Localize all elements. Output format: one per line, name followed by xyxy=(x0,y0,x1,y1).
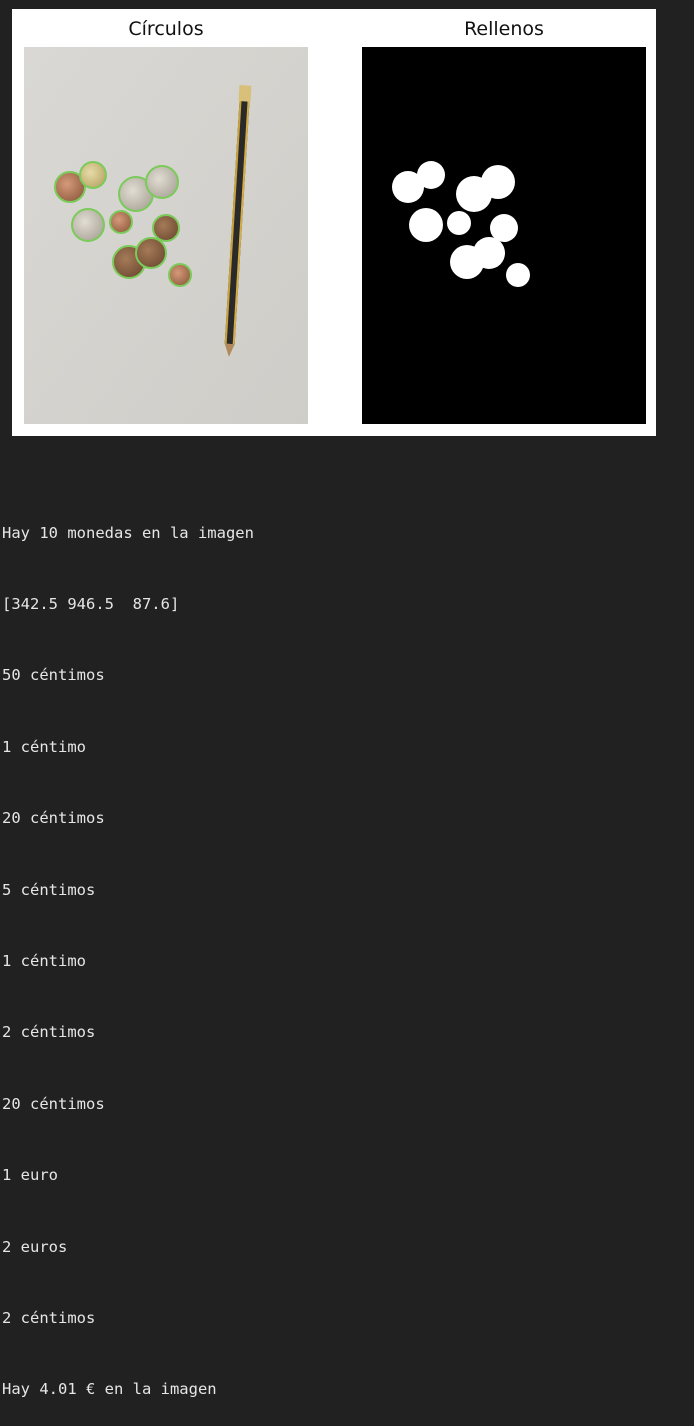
output-line: 50 céntimos xyxy=(2,666,105,685)
output-line: 2 céntimos xyxy=(2,1023,96,1042)
output-line: 2 euros xyxy=(2,1237,68,1256)
coin xyxy=(109,210,133,234)
filled-circle xyxy=(417,161,445,189)
rellenos-image xyxy=(362,47,646,424)
cell-output: Hay 10 monedas en la imagen [342.5 946.5… xyxy=(2,474,254,1426)
filled-circle xyxy=(490,214,518,242)
output-line: 1 céntimo xyxy=(2,737,86,756)
output-line: Hay 4.01 € en la imagen xyxy=(2,1380,217,1399)
output-line: 1 céntimo xyxy=(2,951,86,970)
coin xyxy=(168,263,192,287)
output-line: 20 céntimos xyxy=(2,1094,105,1113)
coin xyxy=(152,214,180,242)
circulos-image xyxy=(24,47,308,424)
matplotlib-figure: Círculos Rellenos xyxy=(12,9,656,436)
filled-circle xyxy=(447,211,471,235)
output-line: 20 céntimos xyxy=(2,809,105,828)
output-line: [342.5 946.5 87.6] xyxy=(2,594,180,613)
filled-circle xyxy=(409,208,443,242)
filled-circle xyxy=(506,263,530,287)
filled-circle xyxy=(481,165,515,199)
pencil-eraser xyxy=(238,85,252,102)
coin xyxy=(71,208,105,242)
circulos-title: Círculos xyxy=(128,18,204,40)
coin xyxy=(145,165,179,199)
output-line: 1 euro xyxy=(2,1166,58,1185)
output-line: 2 céntimos xyxy=(2,1308,96,1327)
output-line: 5 céntimos xyxy=(2,880,96,899)
coin xyxy=(135,237,167,269)
rellenos-title: Rellenos xyxy=(464,18,544,40)
filled-circle xyxy=(473,237,505,269)
output-line: Hay 10 monedas en la imagen xyxy=(2,523,254,542)
coin xyxy=(79,161,107,189)
